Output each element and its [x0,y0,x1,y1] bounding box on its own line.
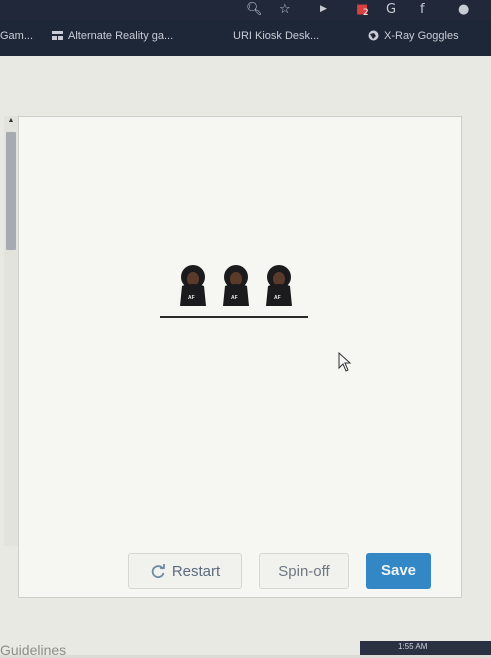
refresh-icon [151,564,165,579]
profile-avatar[interactable]: ● [458,2,469,17]
stage-canvas[interactable] [18,116,462,598]
restart-label: Restart [171,563,221,580]
grid-icon [52,31,63,40]
extension-badge: 2 [363,8,369,18]
zoom-icon[interactable]: 🔍︎ [246,2,263,17]
figure-label: AF [188,295,195,301]
scrollbar-thumb[interactable] [6,132,16,250]
mouse-pointer-icon [338,352,352,372]
bookmark-label: Alternate Reality ga... [68,30,174,42]
save-label: Save [380,562,417,579]
browser-toolbar: 🔍︎ ☆ ▶ ■ 2 G f ● [0,0,491,20]
scroll-up-arrow-icon[interactable]: ▲ [4,116,18,126]
editor-page: ▲ ▼ AF AF AF Restart [0,56,491,658]
spinoff-label: Spin-off [278,563,330,580]
figure-label: AF [231,295,238,301]
g-extension-icon[interactable]: G [386,2,396,17]
bookmark-item[interactable]: URI Kiosk Desk... [233,30,319,42]
f-extension-icon[interactable]: f [420,2,425,17]
figure-sprite[interactable]: AF [264,264,294,306]
taskbar-clock: 1:55 AM [398,642,428,651]
bookmark-label: Gam... [0,30,34,42]
figure-sprite[interactable]: AF [178,264,208,306]
guidelines-link[interactable]: Guidelines [0,642,66,658]
globe-icon [368,30,379,41]
figure-sprite[interactable]: AF [221,264,251,306]
bookmarks-bar: Gam... Alternate Reality ga... URI Kiosk… [0,20,491,56]
bookmark-item[interactable]: Alternate Reality ga... [52,30,173,42]
star-icon[interactable]: ☆ [279,2,291,17]
bookmark-label: URI Kiosk Desk... [233,30,320,42]
save-button[interactable]: Save [366,553,431,589]
restart-button[interactable]: Restart [128,553,242,589]
bookmark-item[interactable]: X-Ray Goggles [368,30,459,42]
figure-label: AF [274,295,281,301]
spinoff-button[interactable]: Spin-off [259,553,349,589]
play-icon[interactable]: ▶ [320,4,327,14]
bookmark-label: X-Ray Goggles [384,30,459,42]
ground-line [160,316,308,318]
bookmark-item[interactable]: Gam... [0,30,33,42]
